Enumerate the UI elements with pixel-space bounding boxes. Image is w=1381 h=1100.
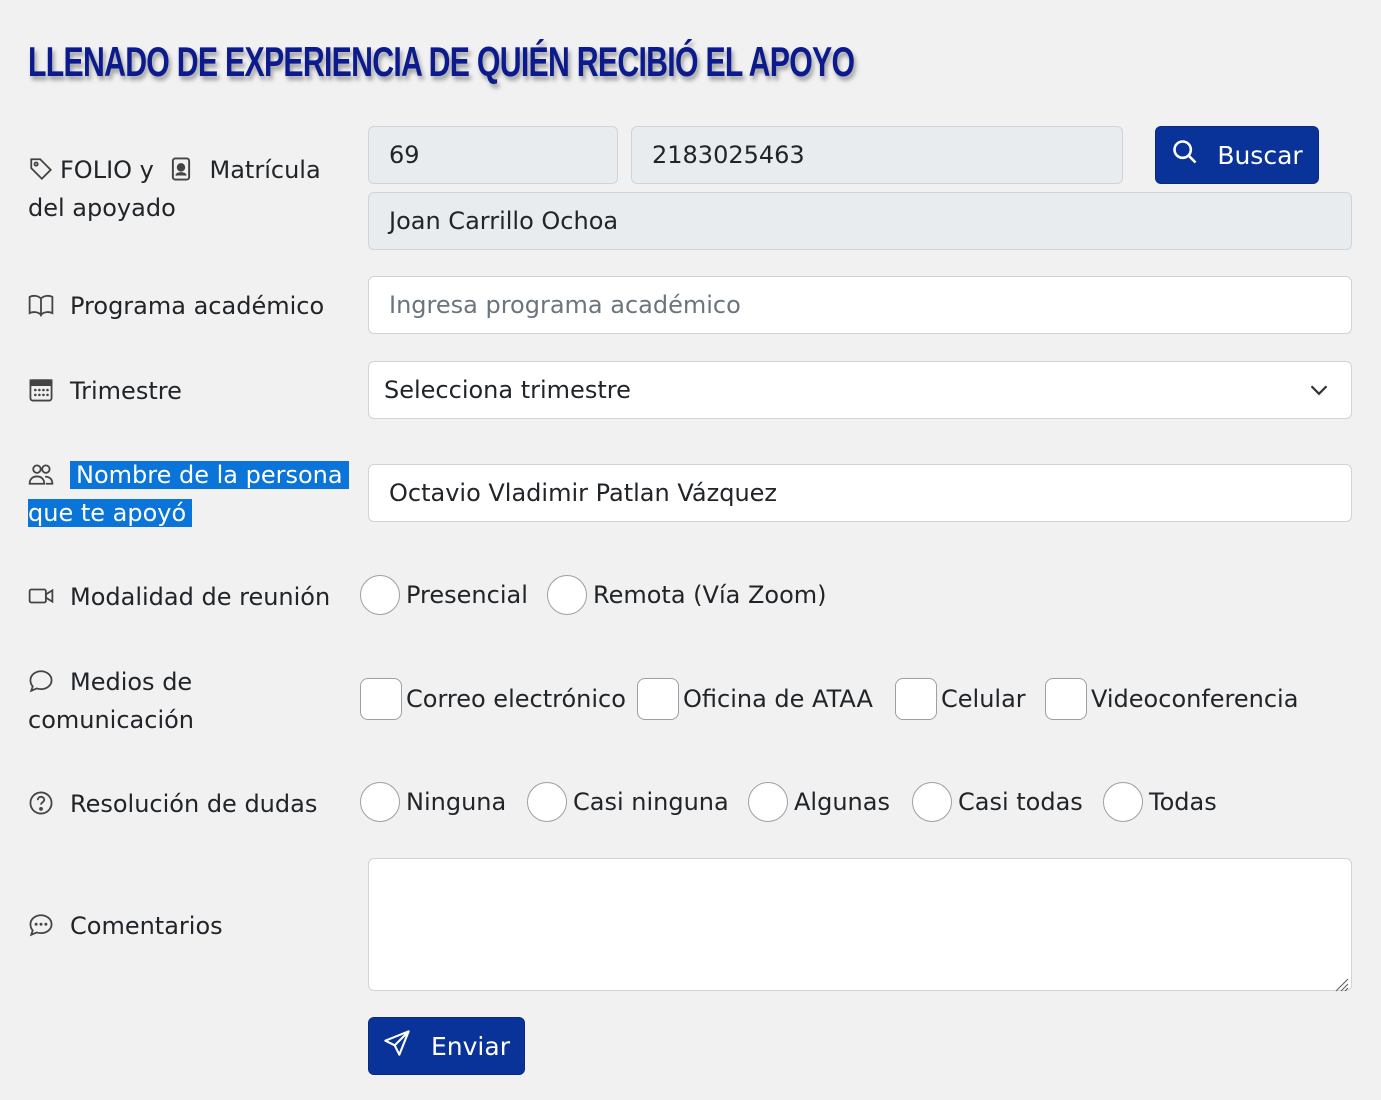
submit-button-label: Enviar	[431, 1031, 510, 1061]
submit-button[interactable]: Enviar	[368, 1017, 525, 1075]
programa-label: Programa académico	[28, 287, 324, 325]
radio-algunas[interactable]: Algunas	[748, 782, 890, 822]
checkbox-correo[interactable]: Correo electrónico	[360, 678, 626, 720]
dudas-label: Resolución de dudas	[28, 785, 317, 823]
chevron-down-icon	[1309, 380, 1329, 400]
trimestre-selected: Selecciona trimestre	[384, 376, 631, 404]
search-icon	[1171, 138, 1199, 172]
send-icon	[383, 1029, 411, 1063]
radio-remota[interactable]: Remota (Vía Zoom)	[547, 575, 827, 615]
question-circle-icon	[28, 789, 54, 815]
calendar-icon	[28, 376, 54, 402]
persona-label: Nombre de la persona que te apoyó	[28, 456, 349, 532]
book-icon	[28, 291, 54, 317]
radio-circle[interactable]	[527, 782, 567, 822]
radio-todas[interactable]: Todas	[1103, 782, 1217, 822]
page-title: LLENADO DE EXPERIENCIA DE QUIÉN RECIBIÓ …	[28, 38, 855, 85]
radio-ninguna[interactable]: Ninguna	[360, 782, 506, 822]
medios-label: Medios de comunicación	[28, 667, 195, 734]
student-name-field[interactable]: Joan Carrillo Ochoa	[368, 192, 1352, 250]
search-button-label: Buscar	[1217, 140, 1303, 170]
people-icon	[28, 460, 54, 486]
folio-input[interactable]: 69	[368, 126, 618, 184]
checkbox-oficina[interactable]: Oficina de ATAA	[637, 678, 873, 720]
radio-circle[interactable]	[748, 782, 788, 822]
radio-circle[interactable]	[912, 782, 952, 822]
checkbox-box[interactable]	[1045, 678, 1087, 720]
radio-circle[interactable]	[360, 575, 400, 615]
radio-casi-todas[interactable]: Casi todas	[912, 782, 1083, 822]
matricula-input[interactable]: 2183025463	[631, 126, 1123, 184]
radio-circle[interactable]	[1103, 782, 1143, 822]
modalidad-label: Modalidad de reunión	[28, 578, 330, 616]
checkbox-videoconferencia[interactable]: Videoconferencia	[1045, 678, 1298, 720]
checkbox-box[interactable]	[360, 678, 402, 720]
radio-circle[interactable]	[360, 782, 400, 822]
comentarios-label: Comentarios	[28, 907, 223, 945]
checkbox-box[interactable]	[637, 678, 679, 720]
chat-dots-icon	[28, 911, 54, 937]
search-button[interactable]: Buscar	[1155, 126, 1319, 184]
resize-handle-icon[interactable]	[1331, 970, 1349, 992]
radio-circle[interactable]	[547, 575, 587, 615]
tag-icon	[28, 155, 54, 181]
persona-input[interactable]: Octavio Vladimir Patlan Vázquez	[368, 464, 1352, 522]
radio-presencial[interactable]: Presencial	[360, 575, 528, 615]
radio-casi-ninguna[interactable]: Casi ninguna	[527, 782, 729, 822]
person-badge-icon	[168, 155, 194, 181]
trimestre-label: Trimestre	[28, 372, 182, 410]
checkbox-celular[interactable]: Celular	[895, 678, 1026, 720]
comentarios-textarea[interactable]	[368, 858, 1352, 992]
video-camera-icon	[28, 582, 54, 608]
checkbox-box[interactable]	[895, 678, 937, 720]
chat-bubble-icon	[28, 667, 54, 693]
folio-label: FOLIO y Matrícula del apoyado	[28, 155, 321, 222]
programa-input[interactable]: Ingresa programa académico	[368, 276, 1352, 334]
trimestre-select[interactable]: Selecciona trimestre	[368, 361, 1352, 419]
